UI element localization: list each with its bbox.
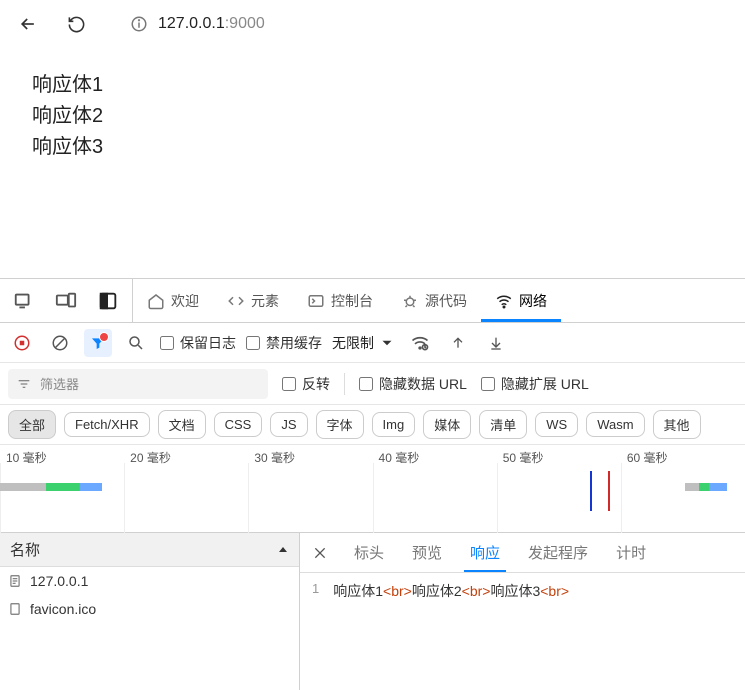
type-pill-wasm[interactable]: Wasm — [586, 412, 644, 437]
detail-tab-preview[interactable]: 预览 — [398, 533, 456, 572]
type-pill-doc[interactable]: 文档 — [158, 410, 206, 439]
tab-elements[interactable]: 元素 — [213, 279, 293, 322]
back-button[interactable] — [8, 4, 48, 44]
clear-button[interactable] — [46, 329, 74, 357]
chevron-down-icon — [378, 334, 396, 352]
bottom-pane: 名称 127.0.0.1 favicon.ico 标头 预览 响应 发起程序 — [0, 533, 745, 690]
reload-button[interactable] — [56, 4, 96, 44]
response-text: 响应体1<br>响应体2<br>响应体3<br> — [333, 581, 569, 601]
type-pill-fetch[interactable]: Fetch/XHR — [64, 412, 150, 437]
file-icon — [8, 602, 22, 616]
type-pill-ws[interactable]: WS — [535, 412, 578, 437]
devtools-tab-bar: 欢迎 元素 控制台 源代码 网络 — [0, 279, 745, 323]
console-icon — [307, 292, 325, 310]
close-button[interactable] — [300, 533, 340, 572]
tab-console[interactable]: 控制台 — [293, 279, 387, 322]
search-button[interactable] — [122, 329, 150, 357]
type-pill-manifest[interactable]: 清单 — [479, 410, 527, 439]
sort-icon — [277, 544, 289, 556]
tab-network[interactable]: 网络 — [481, 279, 561, 322]
detail-tab-response[interactable]: 响应 — [456, 533, 514, 572]
responsive-icon[interactable] — [48, 283, 84, 319]
page-line: 响应体3 — [32, 132, 713, 163]
info-icon — [130, 15, 148, 33]
wifi-icon — [495, 292, 513, 310]
type-pill-all[interactable]: 全部 — [8, 410, 56, 439]
detail-tab-initiator[interactable]: 发起程序 — [514, 533, 602, 572]
line-number: 1 — [312, 581, 319, 601]
filter-toggle[interactable] — [84, 329, 112, 357]
page-content: 响应体1 响应体2 响应体3 — [0, 48, 745, 278]
type-pill-js[interactable]: JS — [270, 412, 307, 437]
type-pill-img[interactable]: Img — [372, 412, 416, 437]
device-toolbar-icon[interactable] — [6, 283, 42, 319]
document-icon — [8, 574, 22, 588]
request-list: 名称 127.0.0.1 favicon.ico — [0, 533, 300, 690]
devtools-panel: 欢迎 元素 控制台 源代码 网络 保留日志 — [0, 278, 745, 690]
dock-icon[interactable] — [90, 283, 126, 319]
waterfall-overview[interactable]: 10 毫秒 20 毫秒 30 毫秒 40 毫秒 50 毫秒 60 毫秒 — [0, 445, 745, 533]
download-har-icon[interactable] — [482, 329, 510, 357]
browser-bar: 127.0.0.1:9000 — [0, 0, 745, 48]
filter-input[interactable]: 筛选器 — [8, 369, 268, 399]
tab-sources[interactable]: 源代码 — [387, 279, 481, 322]
filter-lines-icon — [16, 376, 32, 392]
throttling-select[interactable]: 无限制 — [332, 333, 396, 353]
hide-ext-url-checkbox[interactable]: 隐藏扩展 URL — [481, 374, 589, 394]
disable-cache-checkbox[interactable]: 禁用缓存 — [246, 333, 322, 353]
home-icon — [147, 292, 165, 310]
invert-checkbox[interactable]: 反转 — [282, 374, 330, 394]
preserve-log-checkbox[interactable]: 保留日志 — [160, 333, 236, 353]
type-pill-other[interactable]: 其他 — [653, 410, 701, 439]
tab-welcome[interactable]: 欢迎 — [133, 279, 213, 322]
type-pill-media[interactable]: 媒体 — [423, 410, 471, 439]
bug-icon — [401, 292, 419, 310]
type-pill-css[interactable]: CSS — [214, 412, 263, 437]
page-line: 响应体1 — [32, 70, 713, 101]
type-filter-row: 全部 Fetch/XHR 文档 CSS JS 字体 Img 媒体 清单 WS W… — [0, 405, 745, 445]
hide-data-url-checkbox[interactable]: 隐藏数据 URL — [359, 374, 467, 394]
filter-row: 筛选器 反转 隐藏数据 URL 隐藏扩展 URL — [0, 363, 745, 405]
detail-pane: 标头 预览 响应 发起程序 计时 1 响应体1<br>响应体2<br>响应体3<… — [300, 533, 745, 690]
network-toolbar: 保留日志 禁用缓存 无限制 — [0, 323, 745, 363]
upload-har-icon[interactable] — [444, 329, 472, 357]
detail-tab-timing[interactable]: 计时 — [602, 533, 660, 572]
request-list-header[interactable]: 名称 — [0, 533, 299, 567]
detail-tab-headers[interactable]: 标头 — [340, 533, 398, 572]
page-line: 响应体2 — [32, 101, 713, 132]
detail-tabs: 标头 预览 响应 发起程序 计时 — [300, 533, 745, 573]
address-bar[interactable]: 127.0.0.1:9000 — [120, 7, 737, 41]
response-body: 1 响应体1<br>响应体2<br>响应体3<br> — [300, 573, 745, 609]
network-conditions-icon[interactable] — [406, 329, 434, 357]
code-icon — [227, 292, 245, 310]
request-row[interactable]: 127.0.0.1 — [0, 567, 299, 595]
url-host: 127.0.0.1:9000 — [158, 15, 265, 33]
request-row[interactable]: favicon.ico — [0, 595, 299, 623]
type-pill-font[interactable]: 字体 — [316, 410, 364, 439]
record-button[interactable] — [8, 329, 36, 357]
